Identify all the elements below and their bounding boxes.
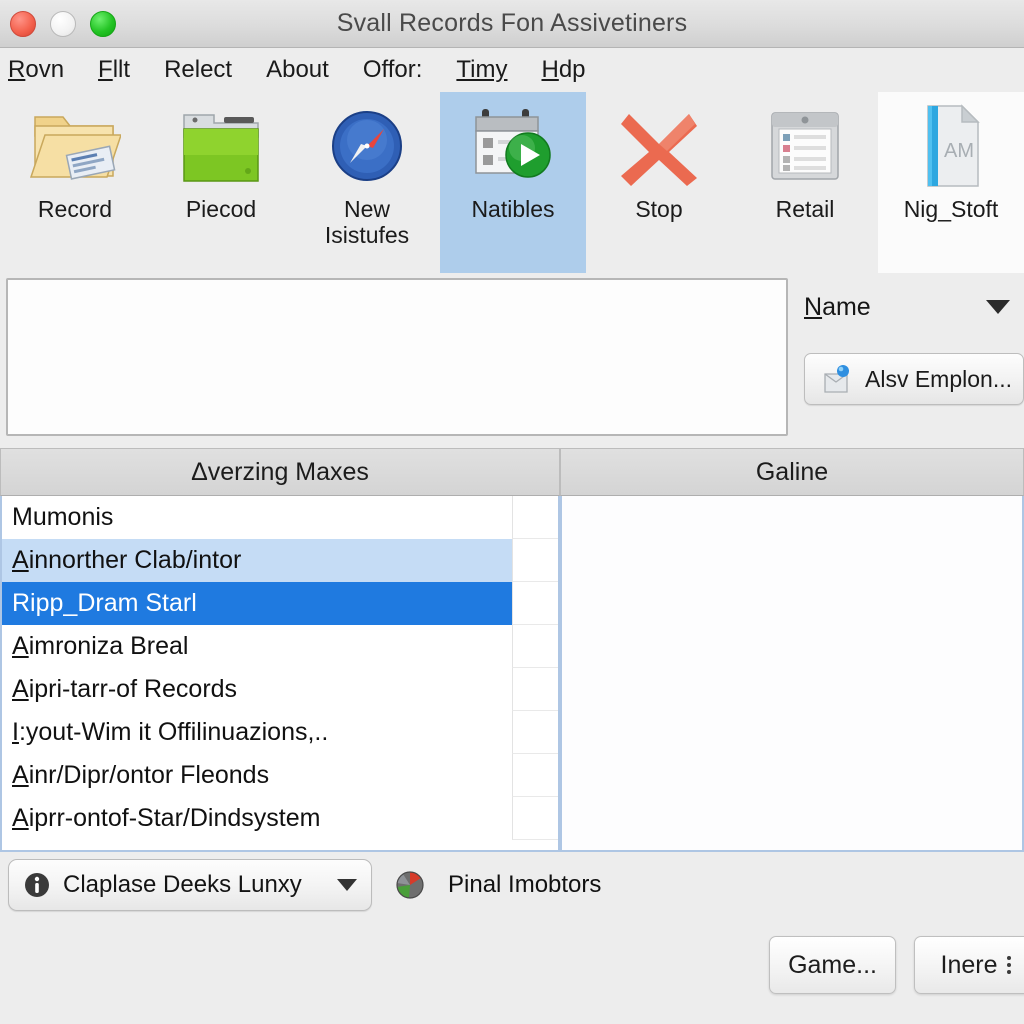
toolbar-label-natibles: Natibles xyxy=(471,196,555,222)
row-secondary-cell[interactable] xyxy=(512,625,558,668)
toolbar-button-nig-stoft[interactable]: AM Nig_Stoft xyxy=(878,92,1024,273)
window-controls xyxy=(0,10,116,37)
row-label: Aimroniza Breal xyxy=(12,632,189,660)
row-secondary-cell[interactable] xyxy=(512,754,558,797)
info-icon xyxy=(23,871,51,899)
row-secondary-cell[interactable] xyxy=(512,582,558,625)
row-label: Ainr/Dipr/ontor Fleonds xyxy=(12,761,270,789)
right-list-body[interactable] xyxy=(560,496,1024,852)
footer-status-row: Claplase Deeks Lunxy Pinal Imobtors xyxy=(0,852,1024,918)
row-secondary-cell[interactable] xyxy=(512,539,558,582)
inere-button[interactable]: Inere xyxy=(914,936,1024,994)
status-label: Pinal Imobtors xyxy=(448,871,602,898)
table-row[interactable]: Mumonis xyxy=(2,496,558,539)
chevron-down-icon[interactable] xyxy=(986,300,1010,314)
editor-row: Name Alsv Emplon... xyxy=(0,273,1024,448)
row-label: Ainnorther Clab/intor xyxy=(12,546,242,574)
row-secondary-cell[interactable] xyxy=(512,711,558,754)
table-row[interactable]: Ainnorther Clab/intor xyxy=(2,539,558,582)
menu-bar: Rovn Fllt Relect About Offor: Timy Hdp xyxy=(0,48,1024,92)
svg-text:AM: AM xyxy=(944,140,974,162)
close-button[interactable] xyxy=(10,10,36,37)
menu-item-rovn[interactable]: Rovn xyxy=(8,56,64,84)
zoom-button[interactable] xyxy=(90,10,116,37)
table-row[interactable]: I:yout-Wim it Offilinuazions,.. xyxy=(2,711,558,754)
table-row[interactable]: Aimroniza Breal xyxy=(2,625,558,668)
alsv-emplon-button[interactable]: Alsv Emplon... xyxy=(804,353,1024,405)
left-list-panel: Δverzing Maxes Mumonis Ainnorther Clab/i… xyxy=(0,448,560,852)
red-x-icon xyxy=(615,98,703,194)
toolbar-button-piecod[interactable]: Piecod xyxy=(148,92,294,273)
color-sphere-icon xyxy=(394,869,426,901)
table-row[interactable]: Aiprr-ontof-Star/Dindsystem xyxy=(2,797,558,840)
sort-selector[interactable]: Name xyxy=(804,285,1024,329)
inere-button-label: Inere xyxy=(940,950,998,979)
application-window: Svall Records Fon Assivetiners Rovn Fllt… xyxy=(0,0,1024,1024)
row-label: Mumonis xyxy=(12,503,114,531)
toolbar-button-record[interactable]: Record xyxy=(2,92,148,273)
left-list-body[interactable]: Mumonis Ainnorther Clab/intor Ripp_Dram … xyxy=(0,496,560,852)
toolbar-label-stop: Stop xyxy=(635,196,683,222)
game-button[interactable]: Game... xyxy=(769,936,896,994)
minimize-button[interactable] xyxy=(50,10,76,37)
menu-item-timy[interactable]: Timy xyxy=(456,56,507,84)
title-bar: Svall Records Fon Assivetiners xyxy=(0,0,1024,48)
lists-area: Δverzing Maxes Mumonis Ainnorther Clab/i… xyxy=(0,448,1024,852)
row-secondary-cell[interactable] xyxy=(512,668,558,711)
game-button-label: Game... xyxy=(788,950,877,979)
toolbar-button-new-isistufes[interactable]: New Isistufes xyxy=(294,92,440,273)
chevron-down-icon[interactable] xyxy=(337,879,357,891)
toolbar: Record Piecod New Isistufes Natibles Sto… xyxy=(0,92,1024,273)
right-list-header[interactable]: Galine xyxy=(560,448,1024,496)
footer-button-row: Game... Inere xyxy=(0,918,1024,1024)
toolbar-label-piecod: Piecod xyxy=(185,196,257,222)
claplase-deeks-lunxy-dropdown[interactable]: Claplase Deeks Lunxy xyxy=(8,859,372,911)
row-secondary-cell[interactable] xyxy=(512,496,558,539)
menu-label-fllt: llt xyxy=(112,56,131,83)
window-title: Svall Records Fon Assivetiners xyxy=(336,9,688,37)
table-row[interactable]: Ainr/Dipr/ontor Fleonds xyxy=(2,754,558,797)
window-list-icon xyxy=(764,98,846,194)
toolbar-button-retail[interactable]: Retail xyxy=(732,92,878,273)
right-rail: Name Alsv Emplon... xyxy=(788,273,1024,448)
open-folder-icon xyxy=(29,98,121,194)
row-label: Ripp_Dram Starl xyxy=(2,582,512,625)
notes-textarea[interactable] xyxy=(6,278,788,436)
kebab-menu-icon[interactable] xyxy=(1007,956,1012,974)
toolbar-label-retail: Retail xyxy=(775,196,835,222)
menu-item-fllt[interactable]: Fllt xyxy=(98,56,130,84)
row-secondary-cell[interactable] xyxy=(512,797,558,840)
row-label: Aiprr-ontof-Star/Dindsystem xyxy=(12,804,321,832)
right-list-panel: Galine xyxy=(560,448,1024,852)
calendar-play-icon xyxy=(470,98,556,194)
toolbar-button-natibles[interactable]: Natibles xyxy=(440,92,586,273)
toolbar-label-new-isistufes: New Isistufes xyxy=(324,196,410,249)
green-folder-icon xyxy=(178,98,264,194)
sort-label: Name xyxy=(804,292,871,321)
menu-item-hdp[interactable]: Hdp xyxy=(541,56,585,84)
toolbar-button-stop[interactable]: Stop xyxy=(586,92,732,273)
row-label: Aipri-tarr-of Records xyxy=(12,675,238,703)
menu-label-rovn: ovn xyxy=(25,56,65,83)
blue-pin-box-icon xyxy=(819,362,853,396)
table-row[interactable]: Aipri-tarr-of Records xyxy=(2,668,558,711)
menu-label-hdp: dp xyxy=(558,56,586,83)
toolbar-label-nig-stoft: Nig_Stoft xyxy=(903,196,999,222)
table-row[interactable]: Ripp_Dram Starl xyxy=(2,582,558,625)
menu-item-offor[interactable]: Offor: xyxy=(363,56,423,84)
dropdown-selected-value: Claplase Deeks Lunxy xyxy=(63,871,302,898)
menu-item-about[interactable]: About xyxy=(266,56,329,84)
document-am-icon: AM xyxy=(914,98,988,194)
alsv-emplon-label: Alsv Emplon... xyxy=(865,365,1012,392)
row-label: I:yout-Wim it Offilinuazions,.. xyxy=(12,718,329,746)
left-list-header[interactable]: Δverzing Maxes xyxy=(0,448,560,496)
compass-icon xyxy=(327,98,407,194)
toolbar-label-record: Record xyxy=(37,196,113,222)
menu-item-relect[interactable]: Relect xyxy=(164,56,232,84)
